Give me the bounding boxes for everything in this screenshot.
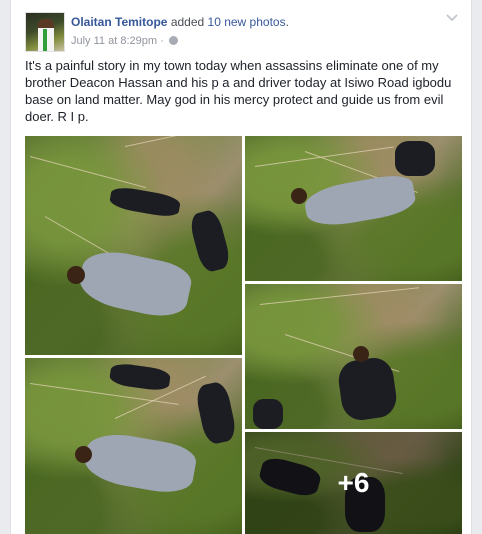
post-card: Olaitan Temitope added 10 new photos. Ju…	[10, 0, 472, 534]
avatar-sash	[43, 29, 47, 51]
more-photos-count: +6	[337, 467, 370, 498]
photo-figure-head	[67, 266, 85, 284]
post-photo-5[interactable]: +6	[245, 432, 462, 534]
photo-figure	[395, 141, 435, 176]
photo-figure	[336, 355, 399, 423]
post-photo-1[interactable]	[25, 136, 242, 355]
action-text: added	[170, 15, 205, 29]
post-photo-2[interactable]	[245, 136, 462, 281]
timestamp-link[interactable]: July 11 at 8:29pm	[71, 35, 157, 47]
more-photos-overlay[interactable]: +6	[245, 432, 462, 534]
photo-figure-head	[291, 188, 307, 204]
post-meta: July 11 at 8:29pm ·	[71, 35, 178, 47]
post-photo-3[interactable]	[25, 358, 242, 534]
chevron-down-icon[interactable]	[445, 14, 459, 24]
photo-figure-head	[353, 346, 369, 362]
globe-icon[interactable]	[168, 36, 178, 45]
post-body-text: It's a painful story in my town today wh…	[25, 58, 452, 124]
new-photos-link[interactable]: 10 new photos	[208, 15, 286, 29]
header-period: .	[285, 15, 289, 29]
post-header: Olaitan Temitope added 10 new photos.	[71, 15, 289, 29]
author-avatar[interactable]	[25, 12, 65, 52]
author-name-link[interactable]: Olaitan Temitope	[71, 15, 167, 29]
post-photo-4[interactable]	[245, 284, 462, 429]
meta-separator: ·	[157, 35, 167, 47]
photo-figure	[253, 399, 283, 429]
chevron-down-icon-svg	[446, 14, 458, 22]
photo-figure-head	[75, 446, 92, 463]
